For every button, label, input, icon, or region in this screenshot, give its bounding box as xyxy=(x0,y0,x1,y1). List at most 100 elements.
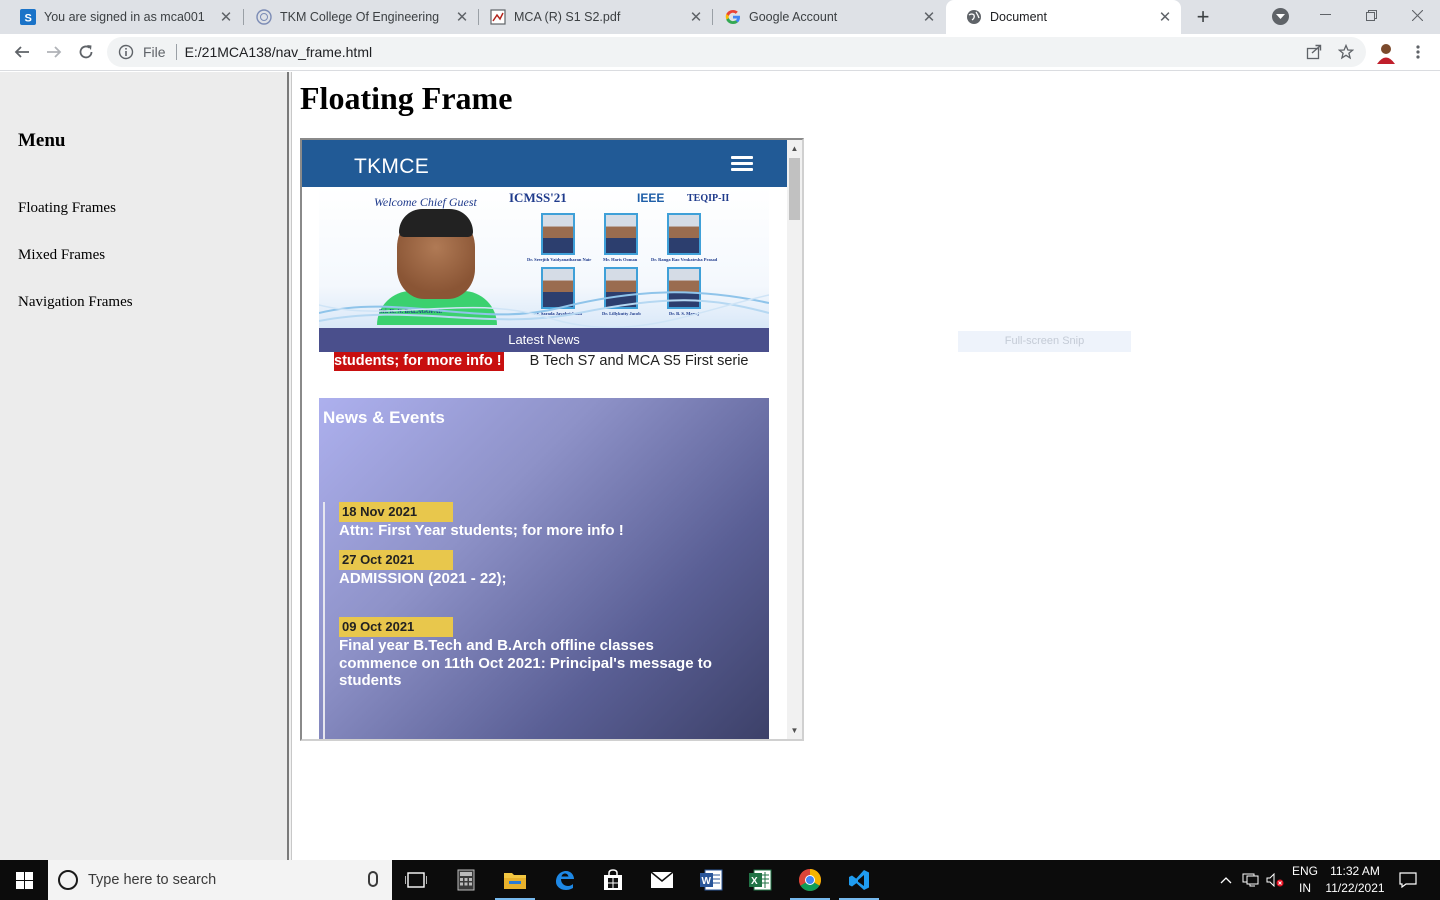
profile-avatar[interactable] xyxy=(1374,40,1398,64)
notification-icon xyxy=(1399,872,1417,888)
close-icon[interactable]: ✕ xyxy=(218,9,234,26)
volume-muted-icon[interactable] xyxy=(1264,860,1286,900)
pdf-icon xyxy=(490,9,506,25)
network-icon[interactable] xyxy=(1240,860,1262,900)
minimize-button[interactable] xyxy=(1302,0,1348,30)
left-nav-frame: Menu Floating Frames Mixed Frames Naviga… xyxy=(0,72,287,860)
taskbar-word[interactable]: W xyxy=(687,860,735,900)
taskbar-mail[interactable] xyxy=(638,860,686,900)
event-link[interactable]: Attn: First Year students; for more info… xyxy=(339,522,739,540)
close-icon[interactable]: ✕ xyxy=(688,9,704,26)
floating-iframe[interactable]: TKMCE Welcome Chief Guest Sri. K. N. BAL… xyxy=(300,138,804,741)
folder-icon xyxy=(504,873,526,889)
notification-center-button[interactable] xyxy=(1394,860,1422,900)
cortana-icon xyxy=(58,870,78,890)
arrow-left-icon xyxy=(14,46,29,58)
menu-heading: Menu xyxy=(18,130,66,151)
close-icon[interactable]: ✕ xyxy=(1157,9,1173,26)
input-language[interactable]: ENG IN xyxy=(1290,863,1320,897)
tab-search-button[interactable] xyxy=(1272,8,1289,25)
reload-button[interactable] xyxy=(73,40,99,64)
tab-pdf[interactable]: MCA (R) S1 S2.pdf ✕ xyxy=(470,0,712,34)
nav-link-navigation-frames[interactable]: Navigation Frames xyxy=(18,294,133,311)
tkmce-header: TKMCE xyxy=(302,140,787,187)
event-link[interactable]: Final year B.Tech and B.Arch offline cla… xyxy=(339,637,729,690)
reload-icon xyxy=(79,45,93,59)
speaker-name: Dr. Sreejith Vaidyanatharan Nair xyxy=(527,257,592,262)
omnibox-separator xyxy=(175,44,177,60)
taskbar-file-explorer[interactable] xyxy=(491,860,539,900)
speaker-name: Dr. Ranga Rao Venkatesha Prasad xyxy=(651,257,718,262)
excel-icon: X xyxy=(749,869,772,891)
snip-overlay-label: Full-screen Snip xyxy=(958,331,1131,352)
region-code: IN xyxy=(1299,881,1311,895)
taskbar-edge[interactable] xyxy=(540,860,588,900)
tab-signed-in[interactable]: S You are signed in as mca001 ✕ xyxy=(0,0,242,34)
nav-link-floating-frames[interactable]: Floating Frames xyxy=(18,200,116,217)
scrollbar-thumb[interactable] xyxy=(789,158,800,220)
event-date: 09 Oct 2021 xyxy=(339,617,453,637)
globe-icon xyxy=(966,9,982,25)
ieee-logo: IEEE xyxy=(637,191,665,205)
arrow-right-icon xyxy=(47,46,62,58)
taskbar-calculator[interactable] xyxy=(442,860,490,900)
news-ticker[interactable]: students; for more info ! B Tech S7 and M… xyxy=(334,352,754,376)
bookmark-star-icon[interactable] xyxy=(1336,42,1356,62)
tab-label: You are signed in as mca001 xyxy=(44,10,205,24)
tab-document[interactable]: Document ✕ xyxy=(946,0,1181,34)
taskbar-chrome[interactable] xyxy=(786,860,834,900)
address-bar[interactable]: File E:/21MCA138/nav_frame.html xyxy=(107,37,1366,67)
scroll-up-icon[interactable]: ▲ xyxy=(790,144,799,153)
close-icon[interactable]: ✕ xyxy=(921,9,937,26)
ticker-highlight[interactable]: students; for more info ! xyxy=(334,352,504,371)
tray-overflow-icon[interactable] xyxy=(1216,860,1236,900)
restore-button[interactable] xyxy=(1348,0,1394,30)
chief-guest-banner: Welcome Chief Guest Sri. K. N. BALAGOPAL… xyxy=(319,187,769,328)
menu-kebab-icon[interactable] xyxy=(1408,42,1428,62)
close-window-button[interactable] xyxy=(1394,0,1440,30)
speaker-photo xyxy=(667,213,701,255)
task-view-icon xyxy=(405,872,427,888)
share-icon[interactable] xyxy=(1304,42,1324,62)
scroll-down-icon[interactable]: ▼ xyxy=(790,726,799,735)
microphone-icon[interactable] xyxy=(368,871,378,887)
edge-icon xyxy=(556,871,574,890)
calculator-icon xyxy=(457,869,475,891)
welcome-text: Welcome Chief Guest xyxy=(374,195,477,209)
info-icon[interactable] xyxy=(118,44,134,60)
tab-google-account[interactable]: Google Account ✕ xyxy=(705,0,945,34)
close-icon[interactable]: ✕ xyxy=(454,9,470,26)
start-button[interactable] xyxy=(0,860,48,900)
google-icon xyxy=(725,9,741,25)
tab-label: MCA (R) S1 S2.pdf xyxy=(514,10,621,24)
url-text[interactable]: E:/21MCA138/nav_frame.html xyxy=(185,44,373,60)
svg-text:S: S xyxy=(25,13,32,25)
new-tab-button[interactable]: + xyxy=(1190,4,1216,30)
speaker-photo xyxy=(541,213,575,255)
store-icon xyxy=(604,869,622,890)
hamburger-menu-icon[interactable] xyxy=(731,156,753,172)
clock-time: 11:32 AM xyxy=(1330,864,1380,878)
word-icon: W xyxy=(700,869,723,891)
tab-strip: S You are signed in as mca001 ✕ TKM Coll… xyxy=(0,0,1440,34)
task-view-button[interactable] xyxy=(392,860,440,900)
vscode-icon xyxy=(849,870,869,890)
svg-text:W: W xyxy=(702,876,712,887)
latest-news-bar: Latest News xyxy=(319,328,769,352)
event-link[interactable]: ADMISSION (2021 - 22); xyxy=(339,570,739,588)
taskbar-excel[interactable]: X xyxy=(736,860,784,900)
tkmce-brand[interactable]: TKMCE xyxy=(354,155,429,179)
ticker-text[interactable]: B Tech S7 and MCA S5 First serie xyxy=(530,353,749,369)
college-seal-icon xyxy=(256,9,272,25)
tab-tkm-college[interactable]: TKM College Of Engineering ✕ xyxy=(236,0,478,34)
nav-link-mixed-frames[interactable]: Mixed Frames xyxy=(18,247,105,264)
taskbar-search-box[interactable]: Type here to search xyxy=(48,860,392,900)
forward-button[interactable] xyxy=(41,40,67,64)
frame-divider[interactable] xyxy=(287,72,292,860)
taskbar-vscode[interactable] xyxy=(835,860,883,900)
taskbar-clock[interactable]: 11:32 AM 11/22/2021 xyxy=(1318,863,1392,897)
iframe-scrollbar[interactable]: ▲ ▼ xyxy=(787,140,802,739)
browser-toolbar: File E:/21MCA138/nav_frame.html xyxy=(0,34,1440,71)
back-button[interactable] xyxy=(9,40,35,64)
taskbar-store[interactable] xyxy=(589,860,637,900)
